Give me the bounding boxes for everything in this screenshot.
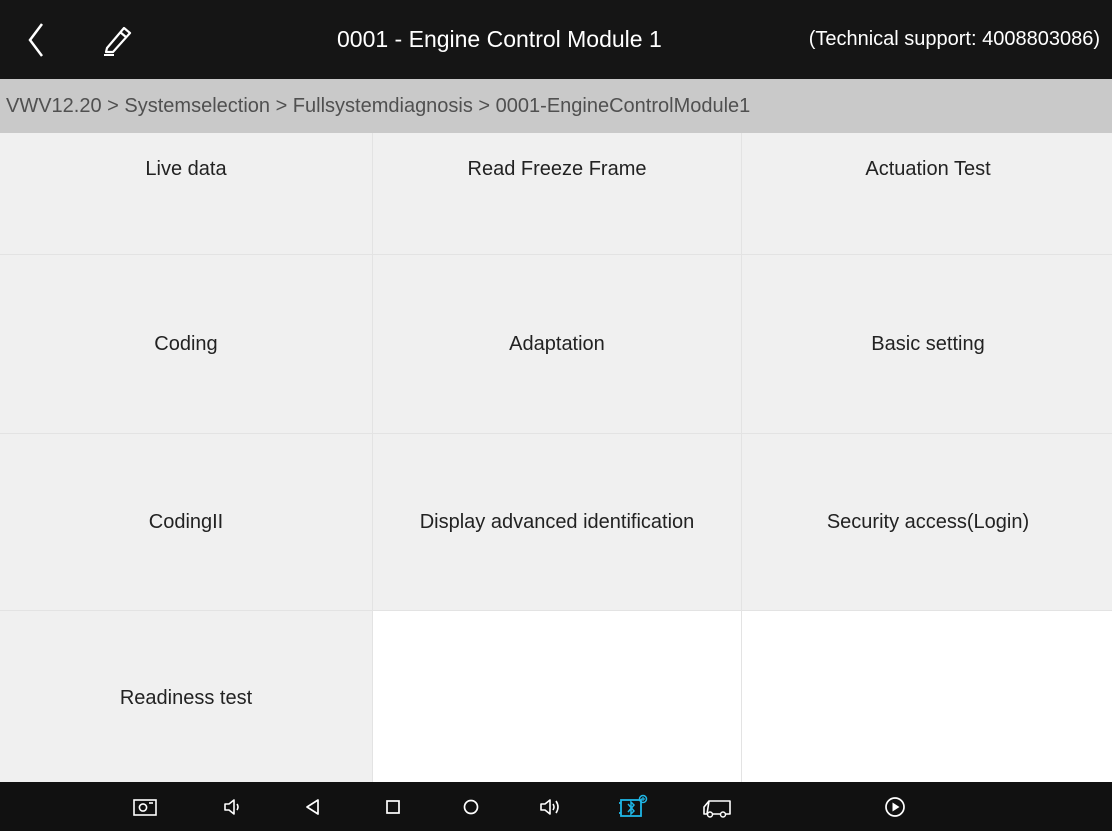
menu-item-display-advanced-identification[interactable]: Display advanced identification xyxy=(373,434,741,610)
menu-item-label: Actuation Test xyxy=(865,158,991,180)
menu-item-label: Display advanced identification xyxy=(419,510,695,533)
menu-item-read-freeze-frame[interactable]: Read Freeze Frame xyxy=(373,133,741,254)
menu-item-label: Adaptation xyxy=(509,332,605,355)
menu-item-readiness-test[interactable]: Readiness test xyxy=(0,611,372,785)
menu-item-live-data[interactable]: Live data xyxy=(0,133,372,254)
menu-item-label: Readiness test xyxy=(119,686,253,709)
empty-cell xyxy=(742,611,1112,785)
menu-item-label: Coding xyxy=(154,332,218,355)
technical-support-text: (Technical support: 4008803086) xyxy=(808,28,1100,50)
screenshot-icon[interactable] xyxy=(130,792,160,822)
system-navigation-bar xyxy=(0,782,1112,831)
truck-icon[interactable] xyxy=(700,792,734,822)
menu-item-actuation-test[interactable]: Actuation Test xyxy=(742,133,1112,254)
volume-down-icon[interactable] xyxy=(218,792,248,822)
empty-cell xyxy=(373,611,741,785)
menu-item-label: Basic setting xyxy=(871,332,985,355)
bluetooth-vci-icon[interactable] xyxy=(618,792,648,822)
menu-item-label: CodingII xyxy=(148,510,224,533)
menu-item-basic-setting[interactable]: Basic setting xyxy=(742,255,1112,433)
menu-item-label: Live data xyxy=(145,158,227,180)
breadcrumb: VWV12.20 > Systemselection > Fullsystemd… xyxy=(0,79,1112,133)
menu-item-adaptation[interactable]: Adaptation xyxy=(373,255,741,433)
menu-item-security-access[interactable]: Security access(Login) xyxy=(742,434,1112,610)
menu-item-label: Read Freeze Frame xyxy=(467,158,647,180)
back-triangle-icon[interactable] xyxy=(298,792,328,822)
volume-up-icon[interactable] xyxy=(536,792,566,822)
function-menu-grid: Live data Read Freeze Frame Actuation Te… xyxy=(0,133,1112,785)
top-bar: 0001 - Engine Control Module 1 (Technica… xyxy=(0,0,1112,79)
menu-item-label: Security access(Login) xyxy=(826,510,1030,533)
play-icon[interactable] xyxy=(880,792,910,822)
menu-item-coding-ii[interactable]: CodingII xyxy=(0,434,372,610)
recents-square-icon[interactable] xyxy=(378,792,408,822)
menu-item-coding[interactable]: Coding xyxy=(0,255,372,433)
back-chevron-icon[interactable] xyxy=(18,20,58,60)
pen-icon[interactable] xyxy=(100,22,136,58)
page-title: 0001 - Engine Control Module 1 xyxy=(337,26,662,52)
home-circle-icon[interactable] xyxy=(456,792,486,822)
